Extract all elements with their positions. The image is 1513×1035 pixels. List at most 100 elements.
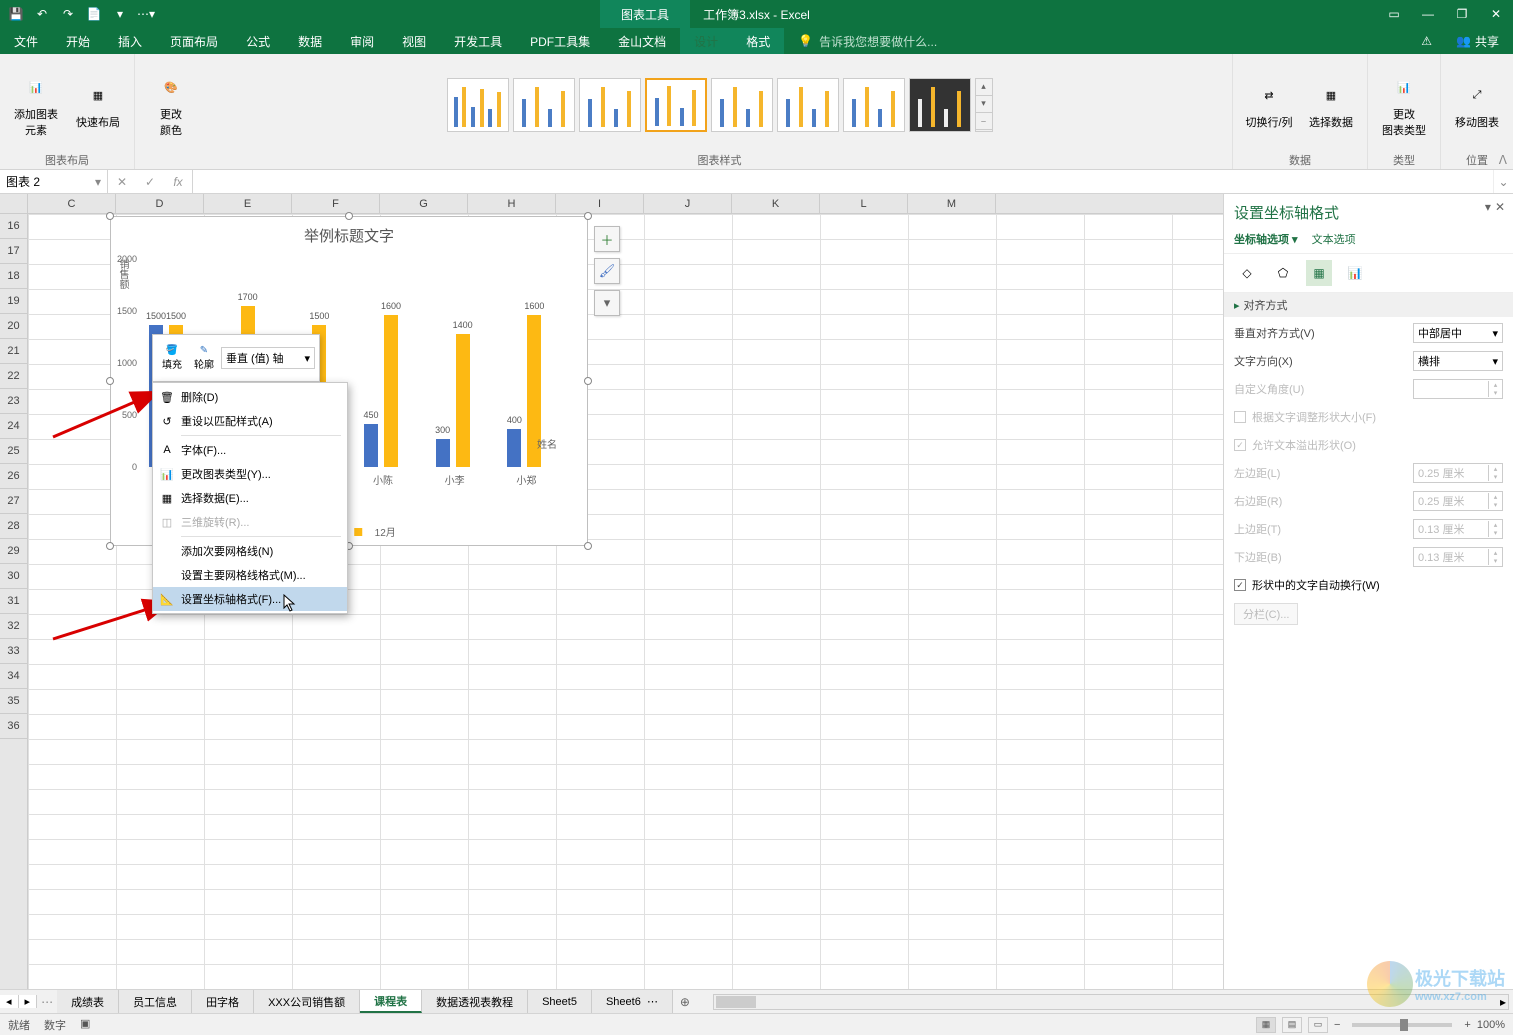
sheet-tab-3[interactable]: XXX公司销售额 (254, 990, 360, 1013)
section-alignment[interactable]: ▸ 对齐方式 (1224, 293, 1513, 317)
chart-styles-button[interactable]: 🖌 (594, 258, 620, 284)
row-36[interactable]: 36 (0, 714, 27, 739)
cancel-icon[interactable]: ✕ (108, 175, 136, 189)
col-H[interactable]: H (468, 194, 556, 213)
chart-filters-button[interactable]: ▾ (594, 290, 620, 316)
row-24[interactable]: 24 (0, 414, 27, 439)
tab-insert[interactable]: 插入 (104, 28, 156, 54)
close-icon[interactable]: ✕ (1479, 0, 1513, 28)
share-button[interactable]: 👥 共享 (1442, 28, 1513, 54)
style-3[interactable] (579, 78, 641, 132)
row-32[interactable]: 32 (0, 614, 27, 639)
row-26[interactable]: 26 (0, 464, 27, 489)
v-align-dropdown[interactable]: 中部居中▾ (1413, 323, 1503, 343)
zoom-thumb[interactable] (1400, 1019, 1408, 1031)
row-35[interactable]: 35 (0, 689, 27, 714)
col-E[interactable]: E (204, 194, 292, 213)
chart-elements-button[interactable]: ＋ (594, 226, 620, 252)
bar-group-3[interactable]: 4501600 (364, 315, 418, 467)
style-1[interactable] (447, 78, 509, 132)
hscroll-thumb[interactable] (716, 996, 756, 1008)
sheet-tab-7[interactable]: Sheet6 ⋯ (592, 990, 673, 1013)
x-axis-title[interactable]: 姓名 (537, 436, 557, 451)
tab-data[interactable]: 数据 (284, 28, 336, 54)
row-27[interactable]: 27 (0, 489, 27, 514)
col-L[interactable]: L (820, 194, 908, 213)
select-all-corner[interactable] (0, 194, 28, 213)
fx-icon[interactable]: fx (164, 175, 192, 189)
sheet-tab-5[interactable]: 数据透视表教程 (422, 990, 528, 1013)
col-C[interactable]: C (28, 194, 116, 213)
row-34[interactable]: 34 (0, 664, 27, 689)
row-21[interactable]: 21 (0, 339, 27, 364)
macro-record-icon[interactable]: ▣ (80, 1017, 90, 1033)
change-chart-type-button[interactable]: 📊 更改 图表类型 (1376, 64, 1432, 146)
zoom-slider[interactable] (1352, 1023, 1452, 1027)
warning-icon[interactable]: ⚠ (1411, 28, 1442, 54)
switch-row-col-button[interactable]: ⇄ 切换行/列 (1241, 64, 1297, 146)
size-properties-icon[interactable]: ▦ (1306, 260, 1332, 286)
style-6[interactable] (777, 78, 839, 132)
minimize-icon[interactable]: — (1411, 0, 1445, 28)
text-dir-dropdown[interactable]: 横排▾ (1413, 351, 1503, 371)
pane-dropdown-icon[interactable]: ▾ (1485, 200, 1491, 214)
row-30[interactable]: 30 (0, 564, 27, 589)
ctx-change-chart-type[interactable]: 📊更改图表类型(Y)... (153, 462, 347, 486)
row-29[interactable]: 29 (0, 539, 27, 564)
cells-grid[interactable]: 举例标题文字 销售额 2000 1500 1000 500 0 15001500… (28, 214, 1223, 989)
view-page-break-button[interactable]: ▭ (1308, 1017, 1328, 1033)
tab-developer[interactable]: 开发工具 (440, 28, 516, 54)
tab-wps[interactable]: 金山文档 (604, 28, 680, 54)
ctx-delete[interactable]: 🗑删除(D) (153, 385, 347, 409)
name-box[interactable]: 图表 2 ▾ (0, 170, 108, 193)
field-wrap[interactable]: ✓ 形状中的文字自动换行(W) (1234, 575, 1503, 595)
tab-formulas[interactable]: 公式 (232, 28, 284, 54)
bar-group-4[interactable]: 3001400 (436, 334, 490, 467)
formula-expand-icon[interactable]: ⌄ (1493, 170, 1513, 193)
col-F[interactable]: F (292, 194, 380, 213)
scroll-next-icon[interactable]: ▸ (19, 995, 38, 1008)
move-chart-button[interactable]: ⤢ 移动图表 (1449, 64, 1505, 146)
row-23[interactable]: 23 (0, 389, 27, 414)
qat-more-icon[interactable]: ⋯▾ (134, 2, 158, 26)
gallery-more-icon[interactable]: ⎯ (976, 113, 992, 130)
outline-button[interactable]: ✎ 轮廓 (189, 345, 219, 371)
row-19[interactable]: 19 (0, 289, 27, 314)
ctx-reset-style[interactable]: ↺重设以匹配样式(A) (153, 409, 347, 433)
ctx-major-gridlines-format[interactable]: 设置主要网格线格式(M)... (153, 563, 347, 587)
col-G[interactable]: G (380, 194, 468, 213)
col-M[interactable]: M (908, 194, 996, 213)
tell-me-search[interactable]: 💡 告诉我您想要做什么... (784, 28, 1411, 54)
subtab-axis-options[interactable]: 坐标轴选项 ▾ (1234, 231, 1298, 247)
sheet-more-icon[interactable]: ⋯ (41, 995, 53, 1009)
tab-format[interactable]: 格式 (732, 28, 784, 54)
style-4[interactable] (645, 78, 707, 132)
row-25[interactable]: 25 (0, 439, 27, 464)
ctx-select-data[interactable]: ▦选择数据(E)... (153, 486, 347, 510)
undo-icon[interactable]: ↶ (30, 2, 54, 26)
zoom-out-icon[interactable]: − (1334, 1019, 1340, 1031)
style-8[interactable] (909, 78, 971, 132)
row-17[interactable]: 17 (0, 239, 27, 264)
sheet-tab-1[interactable]: 员工信息 (119, 990, 192, 1013)
tab-design[interactable]: 设计 (680, 28, 732, 54)
fill-line-icon[interactable]: ◇ (1234, 260, 1260, 286)
view-page-layout-button[interactable]: ▤ (1282, 1017, 1302, 1033)
style-gallery[interactable]: ▴▾⎯ (447, 78, 993, 132)
tab-file[interactable]: 文件 (0, 28, 52, 54)
tab-review[interactable]: 审阅 (336, 28, 388, 54)
gallery-down-icon[interactable]: ▾ (976, 96, 992, 113)
col-D[interactable]: D (116, 194, 204, 213)
col-J[interactable]: J (644, 194, 732, 213)
touch-mode-icon[interactable]: 📄 (82, 2, 106, 26)
restore-icon[interactable]: ❐ (1445, 0, 1479, 28)
pane-close-icon[interactable]: ✕ (1495, 200, 1505, 214)
tab-pdftools[interactable]: PDF工具集 (516, 28, 604, 54)
ctx-format-axis[interactable]: 📐设置坐标轴格式(F)... (153, 587, 347, 611)
effects-icon[interactable]: ⬠ (1270, 260, 1296, 286)
name-box-dropdown-icon[interactable]: ▾ (95, 175, 101, 189)
chart-title[interactable]: 举例标题文字 (111, 217, 587, 250)
row-33[interactable]: 33 (0, 639, 27, 664)
subtab-text-options[interactable]: 文本选项 (1312, 231, 1356, 247)
redo-icon[interactable]: ↷ (56, 2, 80, 26)
